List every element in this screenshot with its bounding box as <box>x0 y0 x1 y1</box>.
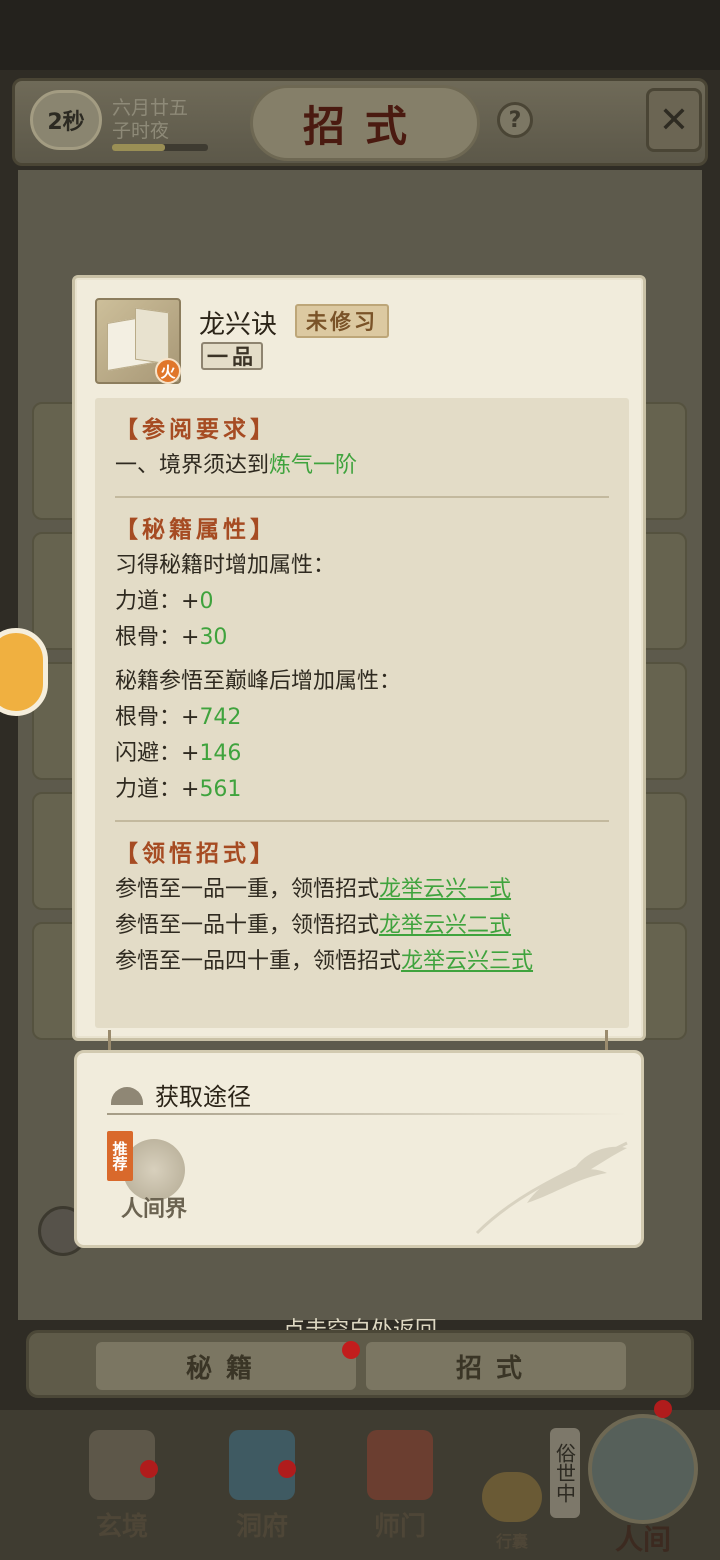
stat-line: 力道：+0 <box>115 589 214 614</box>
time-of-day-text: 子时夜 <box>112 120 170 142</box>
realm-requirement: 炼气一阶 <box>269 453 358 478</box>
close-button[interactable]: ✕ <box>646 88 702 152</box>
world-button[interactable]: 俗世中 人间 <box>550 1408 704 1558</box>
move-link[interactable]: 龙举云兴二式 <box>379 913 511 938</box>
notification-dot <box>342 1341 360 1359</box>
divider <box>115 820 609 822</box>
status-strip <box>0 0 720 70</box>
timer-badge: 2秒 <box>30 90 102 150</box>
divider <box>107 1113 627 1115</box>
help-button[interactable]: ? <box>497 102 533 138</box>
nav-shimen[interactable]: 师门 <box>350 1430 450 1543</box>
close-icon: ✕ <box>658 99 690 141</box>
stat-line: 根骨：+30 <box>115 625 228 650</box>
move-line: 参悟至一品一重，领悟招式龙举云兴一式 <box>115 877 512 902</box>
move-link[interactable]: 龙举云兴三式 <box>401 949 533 974</box>
recommend-tag: 推荐 <box>107 1131 133 1181</box>
stat-line: 根骨：+742 <box>115 705 242 730</box>
attributes-title: 【秘籍属性】 <box>115 516 277 543</box>
nav-xuanjing[interactable]: 玄境 <box>72 1430 172 1543</box>
status-badge: 未修习 <box>295 304 389 338</box>
skill-name: 龙兴诀 <box>199 310 278 340</box>
skill-detail-content[interactable]: 【参阅要求】 一、境界须达到炼气一阶 【秘籍属性】 习得秘籍时增加属性： 力道：… <box>95 398 629 1028</box>
requirement-title: 【参阅要求】 <box>115 416 277 443</box>
nav-xingnang[interactable]: 行囊 <box>462 1472 562 1552</box>
source-label: 人间界 <box>120 1196 187 1222</box>
notification-dot <box>654 1400 672 1418</box>
tab-secret-books[interactable]: 秘籍 <box>96 1342 356 1390</box>
page-title: 招式 <box>250 85 480 161</box>
source-human-realm[interactable]: 推荐 人间界 <box>107 1131 197 1231</box>
banner-icon <box>367 1430 433 1500</box>
landscape-icon <box>588 1414 698 1524</box>
notification-dot <box>278 1460 296 1478</box>
bag-icon <box>482 1472 542 1522</box>
moves-title: 【领悟招式】 <box>115 840 277 867</box>
learn-attributes-header: 习得秘籍时增加属性： <box>115 553 336 578</box>
book-icon: 火 <box>95 298 181 384</box>
hat-icon <box>111 1087 143 1105</box>
move-line: 参悟至一品四十重，领悟招式龙举云兴三式 <box>115 949 534 974</box>
fire-element-badge: 火 <box>155 358 181 384</box>
peak-attributes-header: 秘籍参悟至巅峰后增加属性： <box>115 669 402 694</box>
bamboo-decoration-icon <box>475 1141 628 1235</box>
divider <box>115 496 609 498</box>
tab-moves[interactable]: 招式 <box>366 1342 626 1390</box>
time-progress-fill <box>112 144 165 151</box>
floating-menu-button[interactable] <box>0 628 48 716</box>
acquire-title: 获取途径 <box>155 1083 251 1111</box>
grade-badge: 一品 <box>201 342 263 370</box>
world-label: 人间 <box>614 1523 671 1556</box>
nav-dongfu[interactable]: 洞府 <box>212 1430 312 1543</box>
stat-line: 闪避：+146 <box>115 741 242 766</box>
skill-detail-modal: 火 龙兴诀 未修习 一品 【参阅要求】 一、境界须达到炼气一阶 【秘籍属性】 习… <box>72 275 646 1041</box>
acquire-panel: 获取途径 推荐 人间界 <box>74 1050 644 1248</box>
world-tag: 俗世中 <box>550 1428 580 1518</box>
stat-line: 力道：+561 <box>115 777 242 802</box>
notification-dot <box>140 1460 158 1478</box>
move-line: 参悟至一品十重，领悟招式龙举云兴二式 <box>115 913 512 938</box>
requirement-line: 一、境界须达到炼气一阶 <box>115 453 358 478</box>
move-link[interactable]: 龙举云兴一式 <box>379 877 511 902</box>
time-progress-bar <box>112 144 208 151</box>
